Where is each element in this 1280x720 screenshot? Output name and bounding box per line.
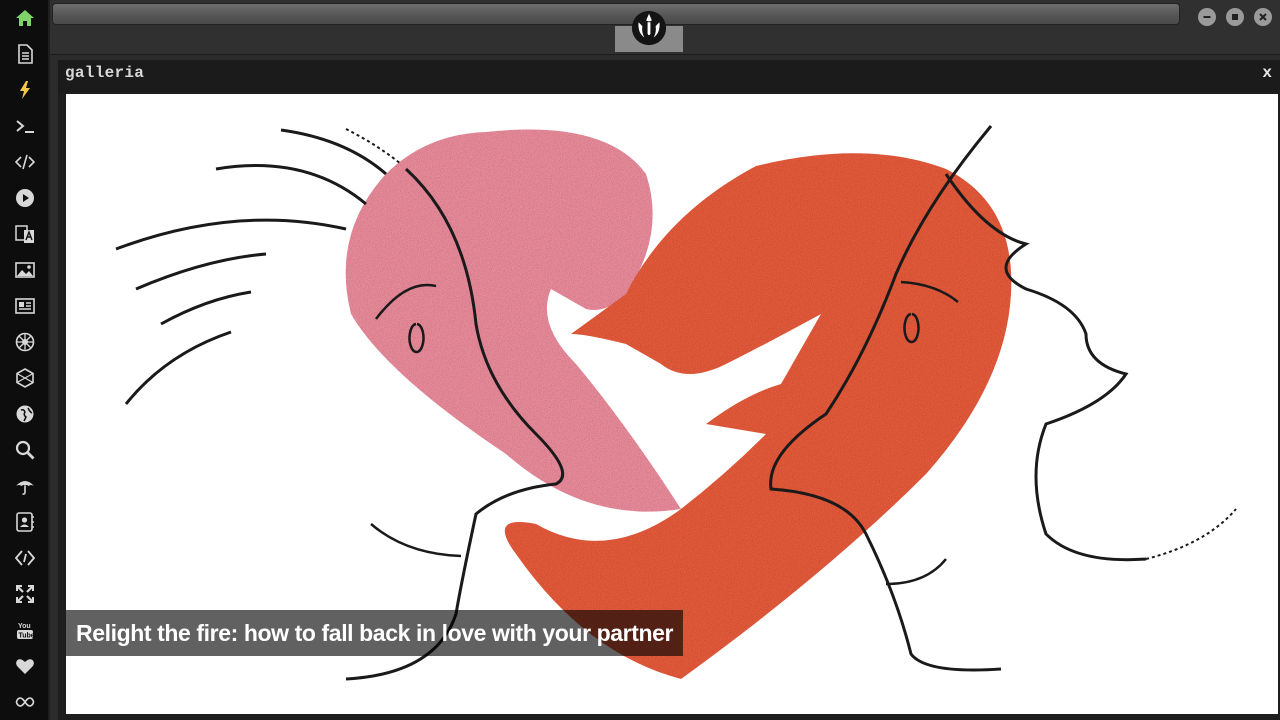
globe-icon: [16, 405, 34, 423]
sidebar-item-heart[interactable]: [13, 654, 37, 678]
address-bar[interactable]: [52, 3, 1180, 25]
maximize-icon: [1232, 14, 1238, 20]
image-caption: Relight the fire: how to fall back in lo…: [66, 610, 684, 656]
sidebar-item-newspaper[interactable]: [13, 294, 37, 318]
sidebar-item-globe[interactable]: [13, 402, 37, 426]
lightning-icon: [20, 81, 30, 99]
home-icon: [16, 10, 34, 26]
sidebar-item-empire[interactable]: [13, 330, 37, 354]
minimize-icon: [1203, 16, 1211, 18]
image-icon: [15, 262, 35, 278]
svg-text:Tube: Tube: [19, 633, 35, 640]
code-icon: [15, 154, 35, 170]
translate-icon: [15, 225, 34, 243]
svg-text:You: You: [18, 623, 31, 630]
close-window-button[interactable]: [1254, 8, 1272, 26]
close-icon: [1259, 13, 1267, 21]
terminal-icon: [16, 120, 34, 133]
sidebar-item-search[interactable]: [13, 438, 37, 462]
top-bar: [50, 0, 1280, 55]
hexagon-icon: [16, 368, 34, 388]
play-icon: [16, 189, 34, 207]
rebel-logo[interactable]: [630, 9, 668, 47]
umbrella-icon: [16, 481, 34, 495]
gallery-panel: galleria x Relight the fire: how to fall…: [58, 60, 1280, 720]
contacts-icon: [16, 512, 34, 532]
panel-close-button[interactable]: x: [1262, 64, 1272, 82]
sidebar-item-infinity[interactable]: [13, 690, 37, 714]
gallery-image[interactable]: Relight the fire: how to fall back in lo…: [66, 94, 1278, 714]
minimize-button[interactable]: [1198, 8, 1216, 26]
sidebar-item-image[interactable]: [13, 258, 37, 282]
youtube-icon: You Tube: [17, 623, 35, 640]
panel-header: galleria x: [58, 60, 1280, 92]
sidebar-item-youtube[interactable]: You Tube: [13, 618, 37, 642]
maximize-button[interactable]: [1226, 8, 1244, 26]
search-icon: [15, 440, 35, 460]
sidebar-item-expand[interactable]: [13, 582, 37, 606]
sidebar-item-lightning[interactable]: [13, 78, 37, 102]
sidebar-item-umbrella[interactable]: [13, 474, 37, 498]
newspaper-icon: [15, 298, 35, 314]
document-icon: [18, 44, 33, 64]
infinity-icon: [15, 697, 35, 707]
sidebar-item-translate[interactable]: [13, 222, 37, 246]
rebel-alliance-icon: [631, 10, 667, 46]
sidebar-item-home[interactable]: [13, 6, 37, 30]
heart-icon: [16, 659, 34, 674]
sidebar-item-contacts[interactable]: [13, 510, 37, 534]
sidebar-item-code[interactable]: [13, 150, 37, 174]
sidebar-item-diamond-code[interactable]: [13, 546, 37, 570]
sidebar-item-hexagon[interactable]: [13, 366, 37, 390]
sidebar-item-terminal[interactable]: [13, 114, 37, 138]
sidebar-item-play[interactable]: [13, 186, 37, 210]
panel-title: galleria: [65, 64, 145, 82]
sidebar: You Tube: [0, 0, 50, 720]
sidebar-item-document[interactable]: [13, 42, 37, 66]
diamond-code-icon: [15, 550, 35, 566]
empire-icon: [15, 332, 35, 352]
expand-icon: [16, 585, 34, 603]
